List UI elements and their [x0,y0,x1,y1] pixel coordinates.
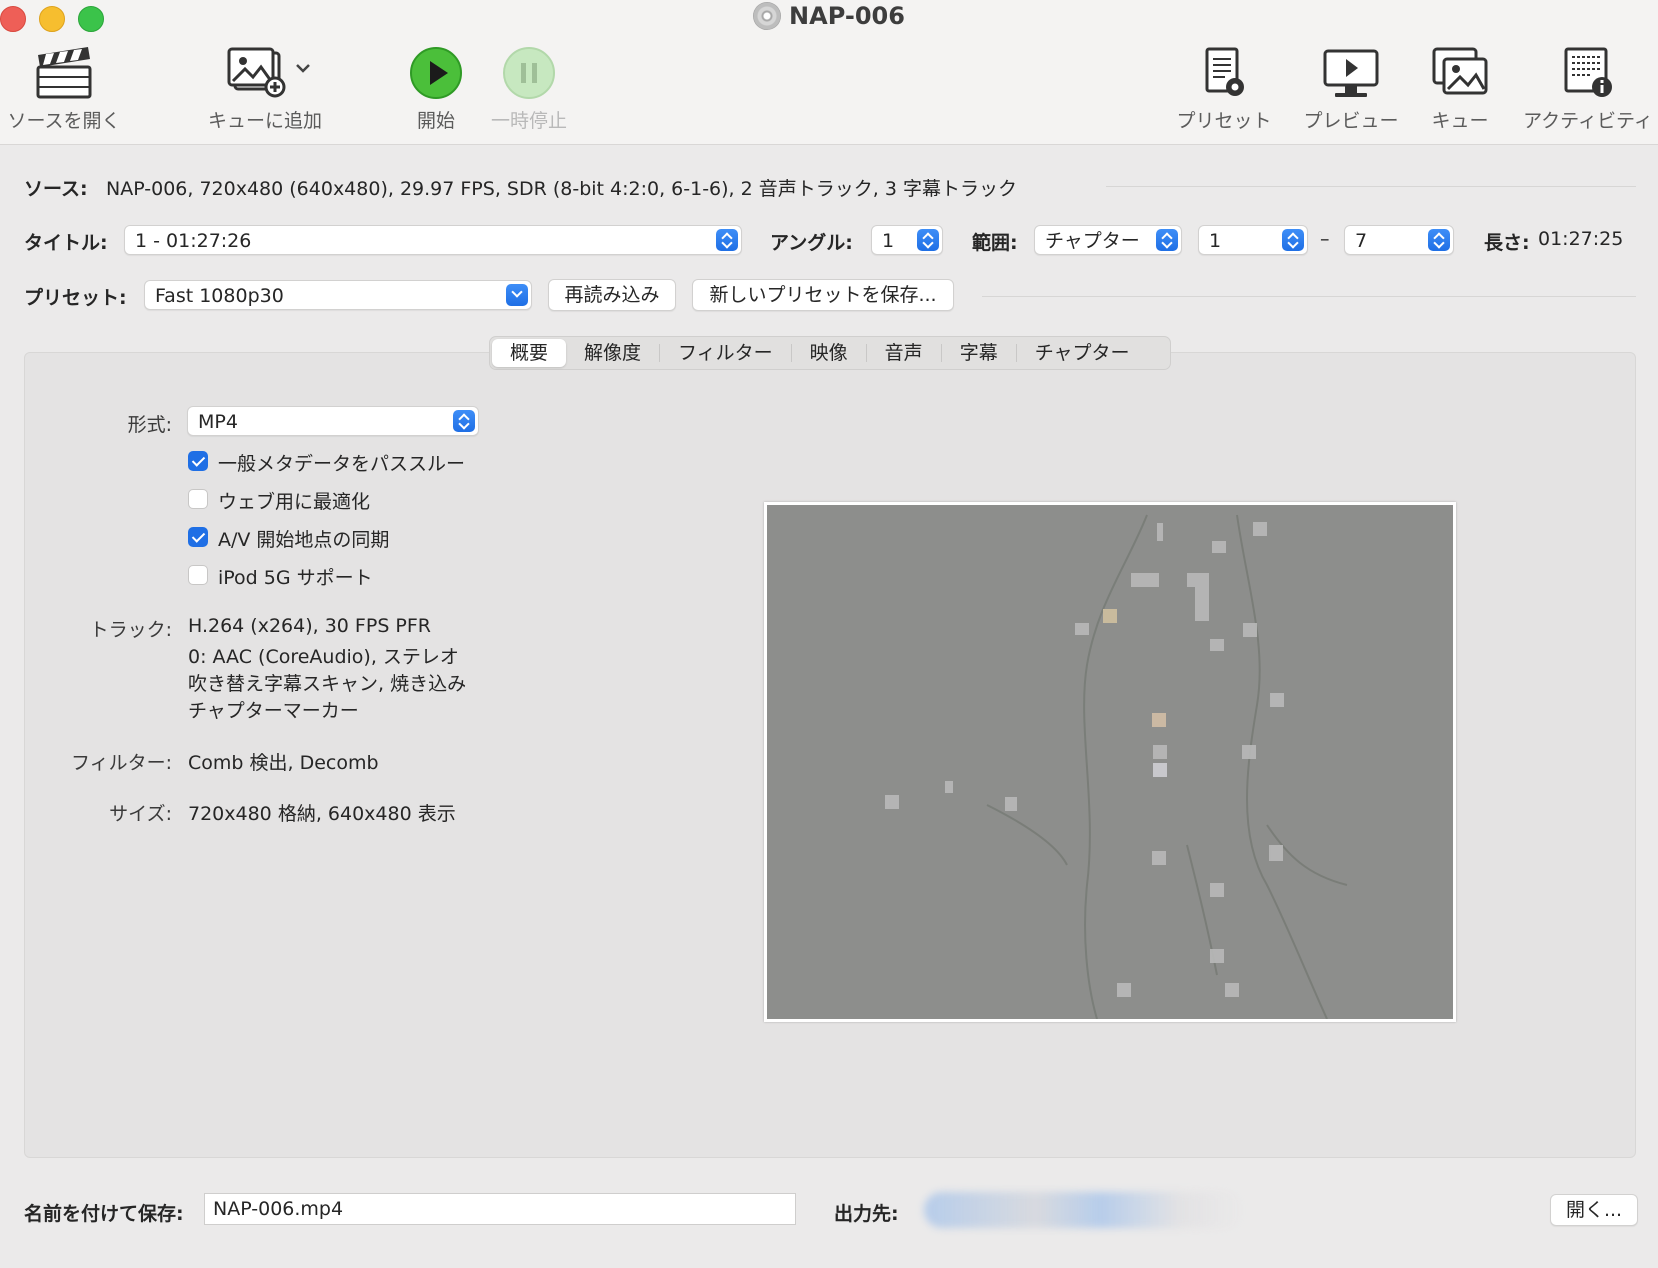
av-align-checkbox[interactable] [188,527,208,547]
duration-label: 長さ: [1484,232,1530,254]
tab-chapters[interactable]: チャプター [1017,339,1148,367]
chevron-updown-icon [716,229,738,251]
chevron-updown-icon [917,229,939,251]
track-audio: 0: AAC (CoreAudio), ステレオ [188,646,459,668]
stacked-images-icon [1424,44,1496,102]
chevron-updown-icon [453,410,475,432]
tab-audio[interactable]: 音声 [867,339,941,367]
ipod-5g-checkbox[interactable] [188,565,208,585]
chevron-updown-icon [1428,229,1450,251]
add-to-queue-button[interactable]: キューに追加 [200,44,330,133]
web-optimize-checkbox[interactable] [188,489,208,509]
angle-select[interactable]: 1 [871,225,943,255]
pause-button[interactable]: 一時停止 [486,44,572,133]
filters-label: フィルター: [70,752,172,774]
tab-video[interactable]: 映像 [792,339,866,367]
source-label: ソース: [24,178,88,200]
source-separator [1106,186,1636,187]
window-title: NAP-006 [0,2,1658,30]
range-end-select[interactable]: 7 [1344,225,1454,255]
monitor-play-icon [1298,44,1404,102]
angle-label: アングル: [770,232,853,254]
destination-path-blurred[interactable] [924,1192,1244,1228]
track-chapters: チャプターマーカー [188,700,359,722]
activity-button[interactable]: アクティビティ [1518,44,1658,133]
open-source-button[interactable]: ソースを開く [4,44,124,133]
tab-summary[interactable]: 概要 [492,339,567,367]
tracks-label: トラック: [89,619,172,641]
preview-frame [767,505,1453,1019]
start-button[interactable]: 開始 [400,44,472,133]
add-image-icon [200,44,330,102]
save-as-field[interactable]: NAP-006.mp4 [204,1193,796,1225]
title-select[interactable]: 1 - 01:27:26 [124,225,742,255]
track-subtitle: 吹き替え字幕スキャン, 焼き込み [188,673,467,695]
activity-log-icon [1518,44,1658,102]
format-select[interactable]: MP4 [187,406,479,436]
size-label: サイズ: [109,803,172,825]
disc-icon [753,2,782,30]
chevron-down-icon [506,284,528,306]
reload-preset-button[interactable]: 再読み込み [548,279,676,311]
presets-button[interactable]: プリセット [1172,44,1276,133]
ipod-5g-label: iPod 5G サポート [218,567,373,589]
preview-frame-content [767,505,1453,1019]
web-optimize-label: ウェブ用に最適化 [218,491,371,513]
size-value: 720x480 格納, 640x480 表示 [188,803,456,825]
clapperboard-icon [4,44,124,102]
range-label: 範囲: [972,232,1018,254]
range-type-select[interactable]: チャプター [1034,225,1182,255]
open-destination-button[interactable]: 開く... [1550,1194,1638,1226]
preset-label: プリセット: [24,287,127,309]
filters-value: Comb 検出, Decomb [188,752,379,774]
preset-select[interactable]: Fast 1080p30 [144,280,532,310]
passthru-metadata-label: 一般メタデータをパススルー [218,453,466,475]
range-dash: – [1320,228,1330,250]
pause-icon [486,44,572,102]
source-info: NAP-006, 720x480 (640x480), 29.97 FPS, S… [106,178,1017,200]
chevron-updown-icon [1282,229,1304,251]
toolbar: NAP-006 ソースを開く キューに追加 開始 一時停止 プリセット プレビュ… [0,0,1658,145]
preset-separator [982,296,1636,297]
passthru-metadata-checkbox[interactable] [188,451,208,471]
av-align-label: A/V 開始地点の同期 [218,529,390,551]
tab-subtitles[interactable]: 字幕 [942,339,1016,367]
preview-button[interactable]: プレビュー [1298,44,1404,133]
track-video: H.264 (x264), 30 FPS PFR [188,615,432,637]
tab-dimensions[interactable]: 解像度 [566,339,659,367]
duration-value: 01:27:25 [1538,228,1624,250]
save-new-preset-button[interactable]: 新しいプリセットを保存... [692,279,954,311]
preview-image [764,502,1456,1022]
preset-document-icon [1172,44,1276,102]
tab-filters[interactable]: フィルター [660,339,791,367]
tab-bar: 概要 解像度 フィルター 映像 音声 字幕 チャプター [489,336,1171,370]
range-start-select[interactable]: 1 [1198,225,1308,255]
save-as-label: 名前を付けて保存: [24,1203,184,1225]
chevron-updown-icon [1156,229,1178,251]
queue-button[interactable]: キュー [1424,44,1496,133]
destination-label: 出力先: [834,1203,899,1225]
play-icon [400,44,472,102]
title-label: タイトル: [24,232,108,254]
format-label: 形式: [127,414,172,436]
